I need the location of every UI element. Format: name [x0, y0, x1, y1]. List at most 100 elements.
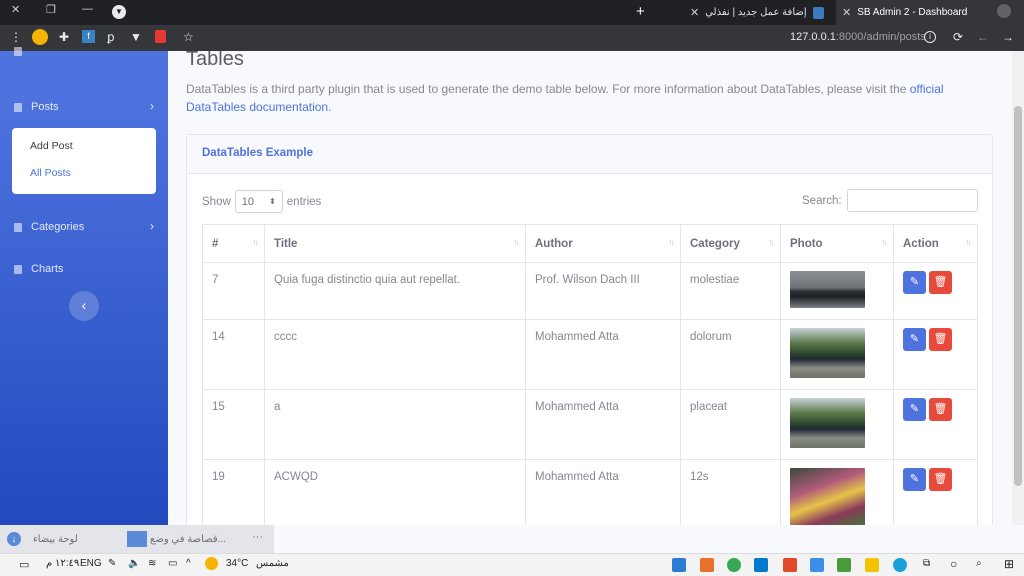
- mail-icon[interactable]: [810, 558, 824, 572]
- windows-start-icon[interactable]: ⊞: [1004, 557, 1014, 571]
- column-header-id[interactable]: # ↑↓: [202, 224, 265, 263]
- back-icon[interactable]: →: [1002, 30, 1014, 44]
- delete-button[interactable]: 🗑: [929, 271, 952, 294]
- download-bar: ↓ لوحة بيضاء قصاصة في وضع... ···: [0, 525, 274, 553]
- chrome-icon[interactable]: [727, 558, 741, 572]
- chart-icon: [14, 264, 22, 274]
- app-icon[interactable]: [672, 558, 686, 572]
- notification-icon[interactable]: ▭: [19, 558, 29, 571]
- sidebar-item-charts[interactable]: Charts: [14, 261, 154, 277]
- cortana-icon[interactable]: ○: [950, 557, 957, 571]
- sidebar-toggle-button[interactable]: ‹: [69, 291, 99, 321]
- submenu-item-all-posts[interactable]: All Posts: [30, 167, 71, 179]
- sun-icon[interactable]: [205, 557, 218, 570]
- language-indicator[interactable]: ENG: [80, 558, 102, 569]
- volume-icon[interactable]: 🔈: [128, 558, 140, 569]
- edit-icon: ✎: [909, 473, 920, 485]
- extension-f-icon[interactable]: f: [82, 30, 95, 43]
- bookmark-star-icon[interactable]: ☆: [183, 30, 194, 44]
- vue-icon[interactable]: ▼: [130, 30, 142, 44]
- edit-button[interactable]: ✎: [903, 468, 926, 491]
- tab-active[interactable]: ✕ SB Admin 2 - Dashboard: [836, 0, 1024, 25]
- chevron-right-icon: ›: [150, 99, 154, 113]
- url-text[interactable]: 127.0.0.1:8000/admin/posts: [790, 31, 926, 43]
- sort-icon: ↑↓: [252, 237, 259, 247]
- wifi-icon[interactable]: ≋: [148, 558, 156, 569]
- column-header-action[interactable]: Action ↑↓: [893, 224, 978, 263]
- trash-icon: 🗑: [933, 276, 948, 288]
- column-header-title[interactable]: Title ↑↓: [264, 224, 526, 263]
- app-icon[interactable]: [700, 558, 714, 572]
- chevron-left-icon: ‹: [81, 297, 87, 313]
- sidebar-item-dashboard[interactable]: [14, 43, 154, 59]
- search-label: Search:: [802, 195, 842, 207]
- edge-icon[interactable]: [893, 558, 907, 572]
- cell-action: ✎ 🗑: [893, 262, 978, 320]
- data-table: # ↑↓ Title ↑↓ Author ↑↓ Category ↑↓ Photo ↑↓ …: [202, 224, 978, 525]
- close-window-icon[interactable]: ✕: [11, 3, 20, 16]
- submenu-item-add-post[interactable]: Add Post: [30, 140, 73, 152]
- column-header-category[interactable]: Category ↑↓: [680, 224, 781, 263]
- scrollbar-thumb[interactable]: [1014, 106, 1022, 486]
- edit-button[interactable]: ✎: [903, 328, 926, 351]
- download-item-1[interactable]: لوحة بيضاء: [33, 534, 78, 545]
- puzzle-icon[interactable]: ✚: [59, 30, 69, 44]
- profile-avatar[interactable]: [997, 4, 1011, 18]
- column-header-author[interactable]: Author ↑↓: [525, 224, 681, 263]
- tab-title: SB Admin 2 - Dashboard: [857, 7, 968, 18]
- taskbar: ▭ ١٢:٤٩ م ENG ✎ 🔈 ≋ ▭ ^ 34°C مشمس ⧉ ○ ⌕ …: [0, 553, 1024, 576]
- dashboard-icon: [14, 46, 22, 56]
- download-icon: ↓: [7, 532, 21, 546]
- cell-id: 19: [202, 459, 265, 525]
- entries-length-control: Show 10 ⬍ entries: [202, 190, 321, 213]
- extension-icon[interactable]: ꝑ: [107, 30, 115, 44]
- vscode-icon[interactable]: [754, 558, 768, 572]
- folder-icon[interactable]: [865, 558, 879, 572]
- column-header-photo[interactable]: Photo ↑↓: [780, 224, 894, 263]
- download-item-2[interactable]: قصاصة في وضع...: [150, 534, 226, 545]
- search-icon[interactable]: ⌕: [976, 558, 982, 569]
- delete-button[interactable]: 🗑: [929, 468, 952, 491]
- sort-icon: ↑↓: [668, 237, 675, 247]
- site-info-icon[interactable]: i: [924, 31, 936, 43]
- sidebar-item-categories[interactable]: Categories ›: [14, 219, 154, 235]
- forward-icon[interactable]: ←: [977, 30, 989, 44]
- restore-window-icon[interactable]: ❐: [46, 3, 56, 16]
- cell-author: Mohammed Atta: [525, 459, 681, 525]
- reload-icon[interactable]: ⟳: [953, 30, 963, 44]
- battery-icon[interactable]: ▭: [168, 558, 177, 569]
- minimize-window-icon[interactable]: —: [82, 3, 93, 15]
- tab-search-icon[interactable]: ▼: [112, 5, 126, 19]
- tab-other[interactable]: ✕ إضافة عمل جديد | نفذلي: [684, 0, 834, 25]
- new-tab-icon[interactable]: +: [636, 3, 645, 20]
- search-input[interactable]: [847, 189, 978, 212]
- close-icon[interactable]: ✕: [690, 6, 699, 19]
- clock-time[interactable]: ١٢:٤٩ م: [46, 558, 79, 569]
- tab-title: إضافة عمل جديد | نفذلي: [705, 7, 807, 18]
- sidebar-item-label: Charts: [31, 263, 64, 275]
- edit-button[interactable]: ✎: [903, 398, 926, 421]
- vertical-scrollbar[interactable]: [1012, 51, 1024, 525]
- delete-button[interactable]: 🗑: [929, 398, 952, 421]
- pen-icon[interactable]: ✎: [108, 558, 116, 569]
- entries-select[interactable]: 10 ⬍: [234, 190, 283, 213]
- menu-icon[interactable]: ⋮: [10, 30, 22, 44]
- office-icon[interactable]: [783, 558, 797, 572]
- delete-button[interactable]: 🗑: [929, 328, 952, 351]
- entries-label: entries: [286, 195, 322, 208]
- chevron-up-icon[interactable]: ^: [186, 558, 191, 569]
- edit-button[interactable]: ✎: [903, 271, 926, 294]
- cell-action: ✎ 🗑: [893, 319, 978, 390]
- weather-desc[interactable]: مشمس: [256, 558, 289, 569]
- sidebar-item-posts[interactable]: Posts ›: [14, 99, 154, 115]
- cell-photo: [780, 459, 894, 525]
- extension-shield-icon[interactable]: [155, 30, 166, 43]
- more-icon[interactable]: ···: [252, 531, 263, 543]
- chevron-right-icon: ›: [150, 219, 154, 233]
- close-icon[interactable]: ✕: [842, 6, 851, 19]
- cell-category: dolorum: [680, 319, 781, 390]
- app-icon[interactable]: [837, 558, 851, 572]
- cell-title: Quia fuga distinctio quia aut repellat.: [264, 262, 526, 320]
- task-view-icon[interactable]: ⧉: [923, 558, 930, 569]
- weather-temp[interactable]: 34°C: [226, 558, 248, 569]
